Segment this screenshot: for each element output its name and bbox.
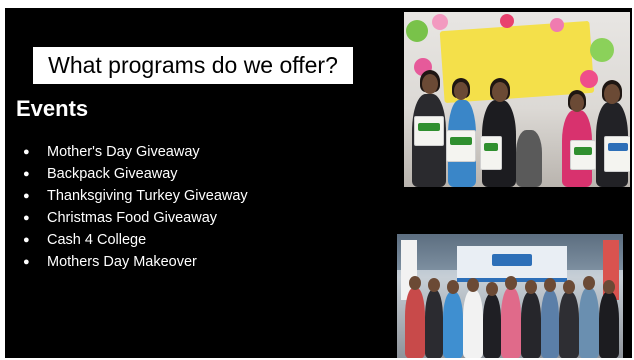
person — [559, 292, 579, 358]
person — [541, 290, 559, 358]
event-photo-group — [397, 234, 623, 358]
person — [579, 288, 599, 358]
event-label: Thanksgiving Turkey Giveaway — [47, 188, 248, 204]
paper-flower-decoration — [580, 70, 598, 88]
tote-bag — [570, 140, 596, 170]
person — [483, 294, 501, 358]
person — [405, 288, 425, 358]
events-list: ● Mother's Day Giveaway ● Backpack Givea… — [23, 141, 248, 273]
person-head — [525, 280, 537, 294]
event-label: Backpack Giveaway — [47, 166, 178, 182]
list-item: ● Mother's Day Giveaway — [23, 141, 248, 163]
tote-bag — [414, 116, 444, 146]
person — [463, 290, 483, 358]
paper-flower-decoration — [432, 14, 448, 30]
stroller — [516, 130, 542, 187]
person-head — [603, 280, 615, 294]
list-item: ● Christmas Food Giveaway — [23, 207, 248, 229]
bullet-icon: ● — [23, 168, 30, 180]
person — [443, 292, 463, 358]
person — [425, 290, 443, 358]
person-head — [544, 278, 556, 292]
tent-sign — [492, 254, 532, 266]
person-head — [428, 278, 440, 292]
person-head — [422, 74, 438, 94]
tote-bag — [480, 136, 502, 170]
bullet-icon: ● — [23, 234, 30, 246]
person-head — [486, 282, 498, 296]
person — [501, 288, 521, 358]
list-item: ● Thanksgiving Turkey Giveaway — [23, 185, 248, 207]
event-label: Mother's Day Giveaway — [47, 144, 200, 160]
person-head — [604, 84, 620, 104]
event-photo-giveaway — [404, 12, 630, 187]
event-label: Christmas Food Giveaway — [47, 210, 218, 226]
person-head — [467, 278, 479, 292]
paper-flower-decoration — [500, 14, 514, 28]
presentation-slide: What programs do we offer? Events ● Moth… — [5, 8, 632, 358]
bullet-icon: ● — [23, 146, 30, 158]
person-head — [447, 280, 459, 294]
person-head — [505, 276, 517, 290]
bullet-icon: ● — [23, 212, 30, 224]
paper-flower-decoration — [550, 18, 564, 32]
bullet-icon: ● — [23, 190, 30, 202]
paper-flower-decoration — [406, 20, 428, 42]
person-head — [454, 82, 468, 100]
person — [521, 292, 541, 358]
list-item: ● Cash 4 College — [23, 229, 248, 251]
person-head — [409, 276, 421, 290]
event-label: Cash 4 College — [47, 232, 147, 248]
list-item: ● Backpack Giveaway — [23, 163, 248, 185]
paper-flower-decoration — [590, 38, 614, 62]
person-head — [492, 82, 508, 102]
person-head — [570, 94, 584, 112]
bullet-icon: ● — [23, 256, 30, 268]
person-head — [583, 276, 595, 290]
tote-bag — [446, 130, 476, 162]
slide-title: What programs do we offer? — [33, 47, 353, 84]
section-heading-events: Events — [16, 96, 89, 121]
list-item: ● Mothers Day Makeover — [23, 251, 248, 273]
event-label: Mothers Day Makeover — [47, 254, 197, 270]
person-head — [563, 280, 575, 294]
tote-bag — [604, 136, 630, 172]
person — [599, 292, 619, 358]
